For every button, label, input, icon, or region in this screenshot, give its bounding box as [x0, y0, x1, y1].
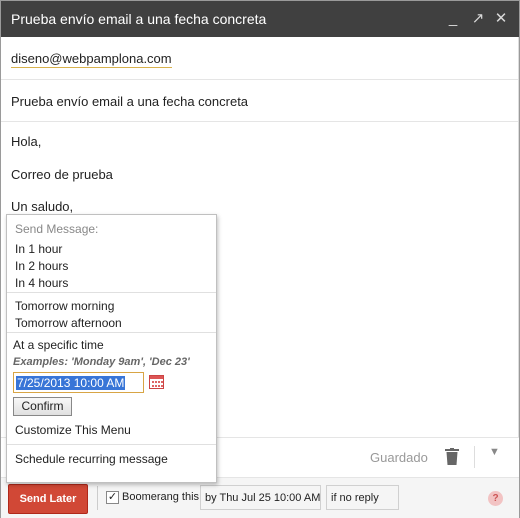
- toolbar-divider: [474, 446, 475, 468]
- subject-text[interactable]: Prueba envío email a una fecha concreta: [11, 94, 248, 109]
- boomerang-checkbox[interactable]: ✓: [106, 491, 119, 504]
- compose-titlebar[interactable]: Prueba envío email a una fecha concreta …: [1, 1, 519, 37]
- menu-item-1-hour[interactable]: In 1 hour: [15, 242, 62, 256]
- menu-item-customize[interactable]: Customize This Menu: [15, 423, 131, 437]
- trash-icon[interactable]: [445, 448, 459, 466]
- send-later-menu: Send Message: In 1 hour In 2 hours In 4 …: [6, 214, 217, 483]
- menu-item-4-hours[interactable]: In 4 hours: [15, 276, 68, 290]
- body-line: Hola,: [11, 134, 42, 149]
- close-icon[interactable]: ✕: [491, 8, 511, 30]
- boomerang-bar: Send Later ✓ Boomerang this by Thu Jul 2…: [1, 477, 519, 518]
- examples-hint: Examples: 'Monday 9am', 'Dec 23': [13, 356, 190, 368]
- menu-item-tomorrow-morning[interactable]: Tomorrow morning: [15, 299, 114, 313]
- more-options-icon[interactable]: ▼: [489, 446, 500, 458]
- saved-status: Guardado: [370, 450, 428, 465]
- menu-divider: [7, 444, 216, 445]
- recipients-field[interactable]: diseno@webpamplona.com: [1, 37, 519, 80]
- confirm-button[interactable]: Confirm: [13, 397, 72, 416]
- specific-time-label: At a specific time: [13, 338, 104, 352]
- compose-window: Prueba envío email a una fecha concreta …: [0, 0, 520, 518]
- minimize-icon[interactable]: _: [443, 8, 463, 30]
- send-later-button[interactable]: Send Later: [8, 484, 88, 514]
- specific-time-value: 7/25/2013 10:00 AM: [16, 376, 126, 390]
- menu-divider: [7, 292, 216, 293]
- menu-item-recurring[interactable]: Schedule recurring message: [15, 452, 168, 466]
- subject-field[interactable]: Prueba envío email a una fecha concreta: [1, 80, 519, 122]
- boomerang-label[interactable]: Boomerang this: [122, 491, 199, 503]
- menu-item-tomorrow-afternoon[interactable]: Tomorrow afternoon: [15, 316, 122, 330]
- menu-item-2-hours[interactable]: In 2 hours: [15, 259, 68, 273]
- help-icon[interactable]: ?: [488, 491, 503, 506]
- bar-divider: [97, 486, 98, 510]
- popout-icon[interactable]: ↗: [468, 8, 488, 30]
- recipient-chip[interactable]: diseno@webpamplona.com: [11, 51, 172, 68]
- calendar-icon[interactable]: [149, 375, 164, 389]
- body-line: Un saludo,: [11, 199, 74, 214]
- menu-divider: [7, 332, 216, 333]
- menu-header: Send Message:: [15, 222, 99, 236]
- boomerang-date-field[interactable]: by Thu Jul 25 10:00 AM: [200, 485, 321, 510]
- scrollbar-track[interactable]: [518, 37, 519, 437]
- boomerang-condition-field[interactable]: if no reply: [326, 485, 399, 510]
- body-line: Correo de prueba: [11, 167, 113, 182]
- compose-title: Prueba envío email a una fecha concreta: [11, 11, 267, 27]
- specific-time-input[interactable]: 7/25/2013 10:00 AM: [13, 372, 144, 393]
